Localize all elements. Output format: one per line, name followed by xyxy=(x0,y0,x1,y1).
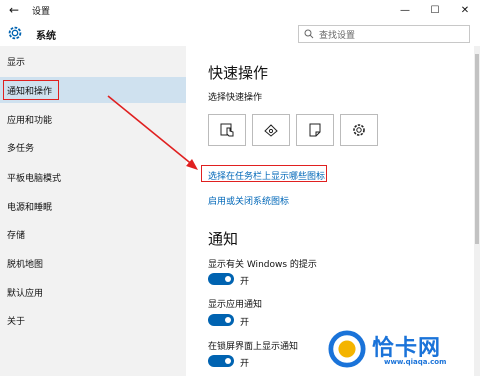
main-content: 快速操作 选择快速操作 选择在任务栏上显示哪些图标 启用或关闭系统图标 通知 显… xyxy=(198,46,474,376)
toggle-state-app-notifications: 开 xyxy=(240,318,250,328)
sidebar-item-tablet-mode[interactable]: 平板电脑模式 xyxy=(0,164,186,190)
maximize-button[interactable]: ☐ xyxy=(420,0,450,20)
title-bar: ← 设置 — ☐ ✕ xyxy=(0,0,480,20)
settings-gear-icon xyxy=(353,124,365,136)
search-input[interactable]: 查找设置 xyxy=(298,25,470,43)
toggle-state-windows-tips: 开 xyxy=(240,277,250,287)
watermark: 恰卡网 www.qiaqa.com xyxy=(324,328,478,374)
toggle-knob xyxy=(225,276,231,282)
system-gear-icon xyxy=(8,26,22,40)
notify-label-lock-screen: 在锁屏界面上显示通知 xyxy=(208,342,299,352)
watermark-logo-icon xyxy=(328,330,366,368)
notifications-heading: 通知 xyxy=(208,230,239,248)
pane-divider xyxy=(186,46,198,376)
sidebar-item-default-apps[interactable]: 默认应用 xyxy=(0,279,186,305)
toggle-lock-screen[interactable] xyxy=(208,355,234,367)
sidebar-item-offline-maps[interactable]: 脱机地图 xyxy=(0,250,186,276)
location-icon xyxy=(264,124,278,137)
quick-action-tablet-mode[interactable] xyxy=(208,114,246,146)
toggle-state-lock-screen: 开 xyxy=(240,359,250,369)
tablet-mode-icon xyxy=(220,123,234,137)
scrollbar-thumb[interactable] xyxy=(475,54,479,244)
sidebar-item-multitasking[interactable]: 多任务 xyxy=(0,134,186,160)
search-icon xyxy=(304,29,314,39)
toggle-app-notifications[interactable] xyxy=(208,314,234,326)
sidebar-item-power[interactable]: 电源和睡眠 xyxy=(0,193,186,219)
window-controls: — ☐ ✕ xyxy=(390,0,480,20)
watermark-url: www.qiaqa.com xyxy=(384,358,447,366)
toggle-knob xyxy=(225,317,231,323)
quick-actions-heading: 快速操作 xyxy=(208,64,269,82)
sidebar: 显示 通知和操作 应用和功能 多任务 平板电脑模式 电源和睡眠 存储 脱机地图 … xyxy=(0,46,186,376)
note-icon xyxy=(309,123,321,137)
search-placeholder: 查找设置 xyxy=(319,31,356,41)
notify-label-windows-tips: 显示有关 Windows 的提示 xyxy=(208,260,317,270)
sidebar-item-about[interactable]: 关于 xyxy=(0,307,186,333)
sidebar-item-notifications[interactable]: 通知和操作 xyxy=(0,77,186,103)
quick-action-note[interactable] xyxy=(296,114,334,146)
quick-actions-subtitle: 选择快速操作 xyxy=(208,93,263,103)
quick-action-location[interactable] xyxy=(252,114,290,146)
notify-label-app-notifications: 显示应用通知 xyxy=(208,300,263,310)
page-header: 系统 查找设置 xyxy=(0,20,480,46)
toggle-windows-tips[interactable] xyxy=(208,273,234,285)
toggle-knob xyxy=(225,358,231,364)
sidebar-item-storage[interactable]: 存储 xyxy=(0,221,186,247)
minimize-button[interactable]: — xyxy=(390,0,420,20)
taskbar-icons-link[interactable]: 选择在任务栏上显示哪些图标 xyxy=(208,169,325,182)
close-button[interactable]: ✕ xyxy=(450,0,480,20)
system-icons-link[interactable]: 启用或关闭系统图标 xyxy=(208,194,289,207)
page-title: 系统 xyxy=(36,31,56,42)
quick-action-settings[interactable] xyxy=(340,114,378,146)
sidebar-item-display[interactable]: 显示 xyxy=(0,48,186,74)
sidebar-item-apps[interactable]: 应用和功能 xyxy=(0,106,186,132)
window-title: 设置 xyxy=(32,6,51,17)
back-arrow-icon[interactable]: ← xyxy=(0,0,28,20)
scrollbar[interactable] xyxy=(474,46,480,376)
